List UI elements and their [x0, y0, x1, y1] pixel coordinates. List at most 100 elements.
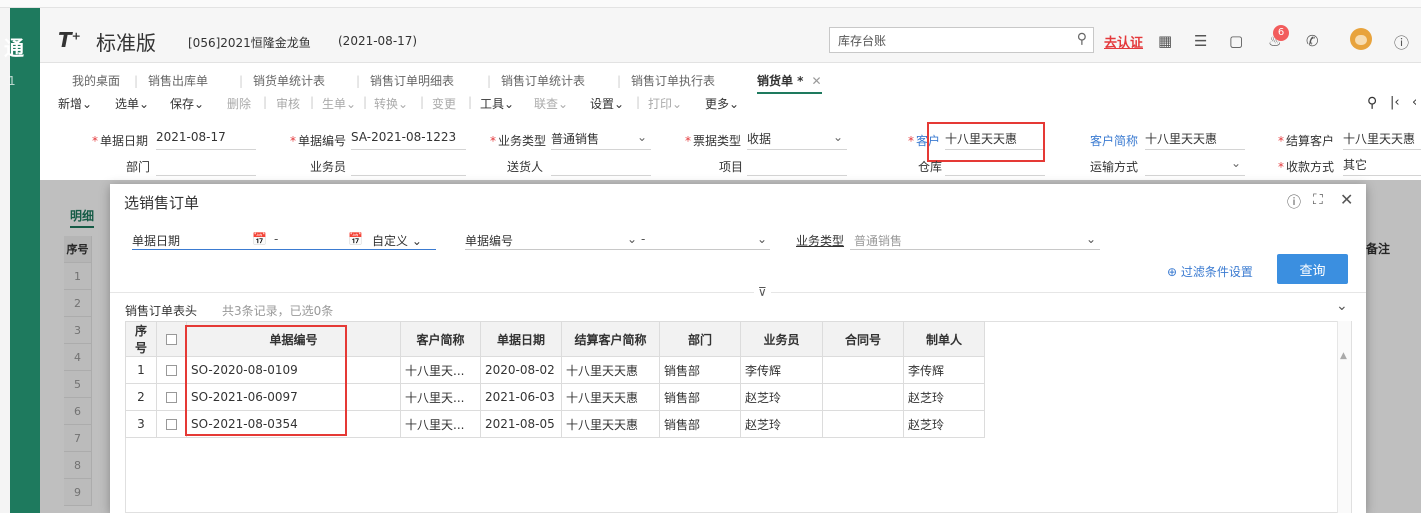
row-checkbox[interactable]: [166, 365, 177, 376]
row-checkbox[interactable]: [166, 419, 177, 430]
tools-button[interactable]: 工具⌄: [480, 95, 514, 112]
calculator-icon[interactable]: ▦: [1158, 32, 1172, 50]
certify-link[interactable]: 去认证: [1104, 32, 1143, 51]
lookup-button[interactable]: 联查⌄: [534, 95, 568, 112]
toolbar-divider: |: [310, 95, 315, 109]
grid-scrollbar[interactable]: ▲: [1337, 321, 1351, 513]
settle-customer-field[interactable]: 十八里天天惠: [1343, 130, 1421, 150]
scroll-up-icon[interactable]: ▲: [1340, 351, 1347, 361]
maximize-icon[interactable]: ⛶: [1313, 192, 1323, 208]
cell-settle-customer: 十八里天天惠: [561, 410, 660, 438]
pick-button[interactable]: 选单⌄: [115, 95, 149, 112]
search-icon[interactable]: ⚲: [1077, 31, 1087, 47]
project-label: 项目: [719, 160, 744, 174]
row-checkbox-cell[interactable]: [156, 356, 187, 384]
col-contract[interactable]: 合同号: [822, 321, 904, 357]
side-nav[interactable]: 通 1: [4, 8, 40, 513]
deliverer-field[interactable]: [551, 156, 651, 176]
date-range-field[interactable]: 📅 - 📅 自定义 ⌄: [132, 228, 436, 250]
tab-order-stat[interactable]: 销售订单统计表: [487, 72, 585, 89]
message-icon[interactable]: ▢: [1229, 32, 1243, 50]
tab-close-icon[interactable]: ✕: [811, 74, 821, 88]
generate-button[interactable]: 生单⌄: [322, 95, 356, 112]
phone-icon[interactable]: ✆: [1306, 32, 1319, 50]
col-select[interactable]: [156, 321, 187, 357]
biz-type-filter-select[interactable]: 普通销售 ⌄: [850, 228, 1100, 250]
row-checkbox-cell[interactable]: [156, 383, 187, 411]
deliverer-label: 送货人: [507, 160, 544, 174]
col-maker[interactable]: 制单人: [903, 321, 985, 357]
row-checkbox-cell[interactable]: [156, 410, 187, 438]
filter-settings-link[interactable]: ⊕ 过滤条件设置: [1167, 263, 1253, 280]
prev-record-icon[interactable]: ‹: [1412, 95, 1417, 110]
invoice-type-label: * 票据类型: [685, 134, 742, 148]
delete-button[interactable]: 删除: [227, 95, 251, 112]
invoice-type-select[interactable]: 收据 ⌄: [747, 130, 847, 150]
help-icon[interactable]: ⓘ: [1394, 32, 1409, 53]
dept-field[interactable]: [156, 156, 256, 176]
tab-order-detail[interactable]: 销售订单明细表: [356, 72, 454, 89]
toolbar-divider: |: [636, 95, 641, 109]
customer-short-field[interactable]: 十八里天天惠: [1145, 130, 1245, 150]
chevron-down-icon[interactable]: ⌄: [757, 232, 767, 246]
tab-sales-bill[interactable]: 销货单 * ✕: [757, 72, 822, 94]
calendar-icon[interactable]: 📅: [252, 232, 267, 246]
transport-select[interactable]: ⌄: [1145, 156, 1245, 176]
doc-no-field[interactable]: SA-2021-08-1223: [351, 130, 466, 150]
payment-field[interactable]: 其它: [1343, 156, 1421, 176]
first-record-icon[interactable]: |‹: [1390, 95, 1400, 110]
help-icon[interactable]: ⓘ: [1287, 192, 1301, 212]
col-salesman[interactable]: 业务员: [740, 321, 823, 357]
doc-date-field[interactable]: 2021-08-17: [156, 130, 256, 150]
toolbar-divider: |: [363, 95, 368, 109]
warehouse-label: 仓库: [918, 160, 943, 174]
cell-maker: 赵芝玲: [903, 410, 985, 438]
cell-customer: 十八里天...: [400, 410, 481, 438]
chevron-down-icon[interactable]: ⌄: [1086, 232, 1096, 246]
col-settle-customer[interactable]: 结算客户简称: [561, 321, 660, 357]
save-button[interactable]: 保存⌄: [170, 95, 204, 112]
more-button[interactable]: 更多⌄: [705, 95, 739, 112]
cell-salesman: 李传辉: [740, 356, 823, 384]
chevron-down-icon[interactable]: ⌄: [627, 232, 637, 246]
change-button[interactable]: 变更: [432, 95, 456, 112]
global-search[interactable]: ⚲: [829, 27, 1094, 53]
new-button[interactable]: 新增⌄: [58, 95, 92, 112]
tab-desktop[interactable]: 我的桌面: [72, 72, 120, 89]
cell-date: 2021-06-03: [480, 383, 562, 411]
col-date[interactable]: 单据日期: [480, 321, 562, 357]
calendar-icon[interactable]: 📅: [348, 232, 363, 246]
search-input[interactable]: [830, 28, 1060, 52]
page-tabs: 我的桌面 销售出库单 销货单统计表 销售订单明细表 销售订单统计表 销售订单执行…: [40, 68, 1421, 94]
print-button[interactable]: 打印⌄: [648, 95, 682, 112]
tab-order-exec[interactable]: 销售订单执行表: [617, 72, 715, 89]
warehouse-field[interactable]: [945, 156, 1045, 176]
query-button[interactable]: 查询: [1277, 254, 1348, 284]
cell-contract: [822, 356, 904, 384]
salesman-field[interactable]: [351, 156, 466, 176]
expand-filter-icon[interactable]: ⊽: [754, 285, 771, 299]
tab-sales-stat[interactable]: 销货单统计表: [239, 72, 325, 89]
date-mode-select[interactable]: 自定义 ⌄: [372, 232, 422, 249]
dept-label: 部门: [126, 160, 151, 174]
cell-index: 1: [125, 356, 157, 384]
transport-label: 运输方式: [1090, 160, 1139, 174]
tab-sales-outbound[interactable]: 销售出库单: [134, 72, 208, 89]
col-customer[interactable]: 客户简称: [400, 321, 481, 357]
zoom-icon[interactable]: ⚲: [1367, 95, 1377, 111]
select-all-checkbox[interactable]: [166, 334, 177, 345]
biz-type-select[interactable]: 普通销售 ⌄: [551, 130, 651, 150]
col-dept[interactable]: 部门: [659, 321, 741, 357]
project-field[interactable]: [747, 156, 847, 176]
audit-button[interactable]: 审核: [276, 95, 300, 112]
chevron-down-icon[interactable]: ⌄: [1336, 298, 1348, 314]
convert-button[interactable]: 转换⌄: [374, 95, 408, 112]
avatar[interactable]: [1350, 28, 1372, 50]
close-icon[interactable]: ✕: [1340, 190, 1353, 209]
doc-no-highlight: [185, 325, 347, 436]
settings-button[interactable]: 设置⌄: [590, 95, 624, 112]
edition-name: 标准版: [96, 31, 156, 55]
doc-no-range-field[interactable]: ⌄ - ⌄: [465, 228, 770, 250]
row-checkbox[interactable]: [166, 392, 177, 403]
checklist-icon[interactable]: ☰: [1194, 32, 1207, 50]
